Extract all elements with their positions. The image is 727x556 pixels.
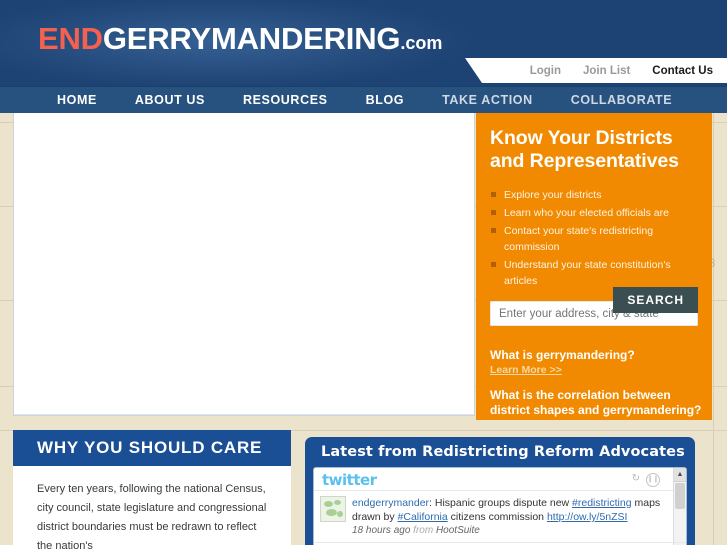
sidebar-feature-list: Explore your districts Learn who your el… [490, 187, 698, 289]
logo-end-text: END [38, 21, 103, 56]
tweet-meta: 18 hours ago from HootSuite [352, 524, 668, 538]
main-navigation: HOME ABOUT US RESOURCES BLOG TAKE ACTION… [0, 86, 727, 113]
nav-item-collaborate[interactable]: COLLABORATE [552, 93, 692, 107]
tweet-source: HootSuite [435, 525, 480, 536]
utility-link-login[interactable]: Login [530, 65, 561, 77]
question-block-gerrymandering: What is gerrymandering? Learn More >> [490, 348, 700, 376]
why-you-should-care-panel: WHY YOU SHOULD CARE Every ten years, fol… [13, 430, 291, 552]
logo-main-text: GERRYMANDERING [102, 21, 401, 56]
tweet-text-segment: citizens commission [447, 511, 547, 523]
learn-more-link[interactable]: Learn More >> [490, 364, 700, 376]
tweet-url-link[interactable]: http://ow.ly/5nZSI [547, 511, 628, 523]
sidebar-heading-line1: Know Your Districts [490, 127, 673, 149]
site-logo[interactable]: ENDGERRYMANDERING.com [38, 21, 442, 57]
tweet-item[interactable]: endgerrymander: Hispanic groups dispute … [314, 491, 686, 543]
know-your-districts-panel: Know Your Districts and Representatives … [476, 113, 712, 420]
utility-nav: Login Join List Contact Us [465, 58, 727, 83]
avatar [320, 496, 346, 522]
pause-icon[interactable]: ❙❙ [646, 473, 660, 487]
hashtag-link[interactable]: #California [398, 511, 448, 523]
nav-item-take-action[interactable]: TAKE ACTION [423, 93, 552, 107]
twitter-widget-header: twitter ↻ ❙❙ [314, 468, 686, 491]
question-title: What is the correlation between district… [490, 388, 702, 417]
scroll-up-arrow[interactable]: ▲ [674, 468, 686, 482]
map-gridline [713, 110, 714, 545]
nav-item-blog[interactable]: BLOG [347, 93, 424, 107]
logo-com-text: .com [400, 33, 443, 53]
map-viewport[interactable] [13, 113, 475, 416]
tweet-from-label: from [413, 525, 434, 536]
question-title: What is gerrymandering? [490, 348, 635, 362]
utility-link-contact-us[interactable]: Contact Us [652, 65, 713, 77]
feature-item-articles: Understand your state constitution's art… [490, 257, 698, 289]
care-body-text: Every ten years, following the national … [37, 483, 267, 552]
refresh-icon[interactable]: ↻ [630, 473, 642, 485]
twitter-logo: twitter [322, 471, 377, 489]
feature-item-commission: Contact your state's redistricting commi… [490, 223, 698, 255]
hashtag-link[interactable]: #redistricting [572, 497, 632, 509]
search-button[interactable]: SEARCH [613, 287, 698, 313]
question-block-correlation: What is the correlation between district… [490, 388, 702, 420]
tweet-timestamp: 18 hours ago [352, 525, 411, 536]
tweet-author[interactable]: endgerrymander [352, 497, 429, 509]
twitter-feed-panel: Latest from Redistricting Reform Advocat… [305, 437, 695, 545]
care-heading: WHY YOU SHOULD CARE [13, 430, 291, 466]
feature-item-officials: Learn who your elected officials are [490, 205, 698, 221]
panel-divider [14, 414, 474, 415]
twitter-panel-title: Latest from Redistricting Reform Advocat… [321, 444, 685, 460]
sidebar-heading: Know Your Districts and Representatives [490, 127, 698, 173]
feature-item-explore: Explore your districts [490, 187, 698, 203]
learn-more-link[interactable]: Learn More >> [490, 419, 702, 420]
nav-item-home[interactable]: HOME [38, 93, 116, 107]
utility-link-join-list[interactable]: Join List [583, 65, 630, 77]
tweet-text-segment: : Hispanic groups dispute new [429, 497, 573, 509]
nav-item-about-us[interactable]: ABOUT US [116, 93, 224, 107]
sidebar-heading-line2: and Representatives [490, 150, 679, 172]
nav-item-resources[interactable]: RESOURCES [224, 93, 347, 107]
twitter-widget[interactable]: twitter ↻ ❙❙ ▲ endgerrymander: Hispanic … [313, 467, 687, 545]
